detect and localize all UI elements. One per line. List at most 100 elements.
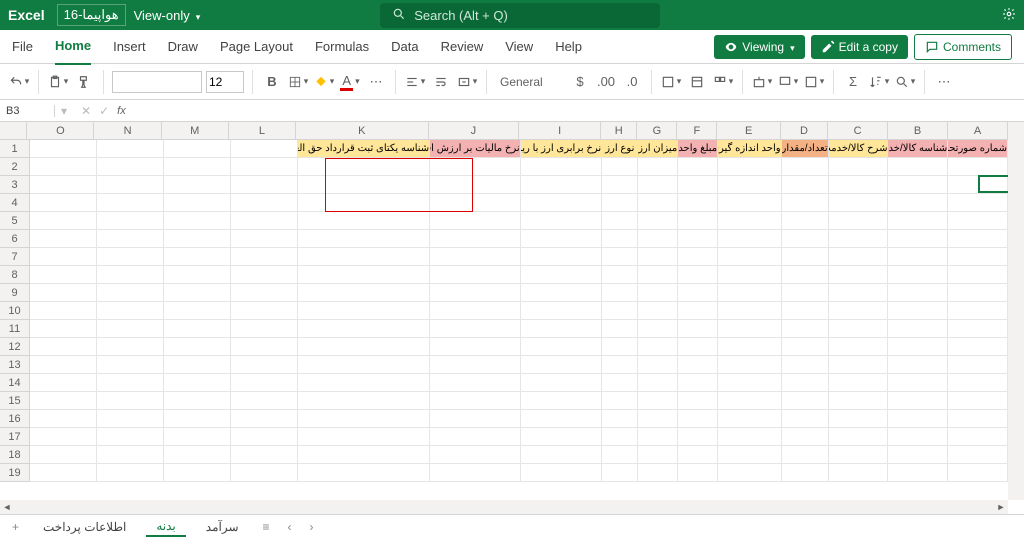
cell-G15[interactable] <box>638 392 678 410</box>
cell-B8[interactable] <box>888 266 948 284</box>
cell-I10[interactable] <box>521 302 602 320</box>
cell-L18[interactable] <box>231 446 298 464</box>
cell-A17[interactable] <box>948 428 1008 446</box>
cell-A12[interactable] <box>948 338 1008 356</box>
cell-D5[interactable] <box>782 212 829 230</box>
cell-H19[interactable] <box>602 464 638 482</box>
search-box[interactable]: Search (Alt + Q) <box>380 3 660 28</box>
cell-K11[interactable] <box>298 320 430 338</box>
cell-N10[interactable] <box>97 302 164 320</box>
cell-O2[interactable] <box>30 158 97 176</box>
cell-E16[interactable] <box>718 410 781 428</box>
cell-D10[interactable] <box>782 302 829 320</box>
cell-O3[interactable] <box>30 176 97 194</box>
cell-N1[interactable] <box>97 140 164 158</box>
cell-K19[interactable] <box>298 464 430 482</box>
cell-L10[interactable] <box>231 302 298 320</box>
cell-C14[interactable] <box>829 374 889 392</box>
cell-B14[interactable] <box>888 374 948 392</box>
cell-F13[interactable] <box>678 356 718 374</box>
sheet-nav-left-icon[interactable]: ‹ <box>306 520 318 534</box>
cell-J16[interactable] <box>430 410 521 428</box>
cell-F8[interactable] <box>678 266 718 284</box>
cell-L16[interactable] <box>231 410 298 428</box>
cell-O7[interactable] <box>30 248 97 266</box>
cell-O1[interactable] <box>30 140 97 158</box>
cell-B7[interactable] <box>888 248 948 266</box>
cell-F5[interactable] <box>678 212 718 230</box>
cell-M17[interactable] <box>164 428 231 446</box>
cell-I19[interactable] <box>521 464 602 482</box>
cell-O15[interactable] <box>30 392 97 410</box>
cell-G12[interactable] <box>638 338 678 356</box>
scroll-left-icon[interactable]: ◄ <box>0 502 14 512</box>
col-header-G[interactable]: G <box>637 122 677 139</box>
cell-I7[interactable] <box>521 248 602 266</box>
cell-G8[interactable] <box>638 266 678 284</box>
cell-I5[interactable] <box>521 212 602 230</box>
cell-I18[interactable] <box>521 446 602 464</box>
cell-K10[interactable] <box>298 302 430 320</box>
cell-D8[interactable] <box>782 266 829 284</box>
cell-L5[interactable] <box>231 212 298 230</box>
cell-I13[interactable] <box>521 356 602 374</box>
cell-C13[interactable] <box>829 356 889 374</box>
cell-C9[interactable] <box>829 284 889 302</box>
cell-E6[interactable] <box>718 230 781 248</box>
cell-D9[interactable] <box>782 284 829 302</box>
cell-K15[interactable] <box>298 392 430 410</box>
cell-D6[interactable] <box>782 230 829 248</box>
cell-O11[interactable] <box>30 320 97 338</box>
cell-N17[interactable] <box>97 428 164 446</box>
row-header-3[interactable]: 3 <box>0 176 29 194</box>
row-header-12[interactable]: 12 <box>0 338 29 356</box>
cell-L19[interactable] <box>231 464 298 482</box>
cell-L6[interactable] <box>231 230 298 248</box>
cell-E7[interactable] <box>718 248 781 266</box>
cell-J18[interactable] <box>430 446 521 464</box>
cell-O5[interactable] <box>30 212 97 230</box>
cell-G2[interactable] <box>638 158 678 176</box>
tab-review[interactable]: Review <box>441 30 484 64</box>
cell-E13[interactable] <box>718 356 781 374</box>
vertical-scrollbar[interactable] <box>1008 122 1024 500</box>
cell-F4[interactable] <box>678 194 718 212</box>
undo-button[interactable] <box>8 71 30 93</box>
cell-N8[interactable] <box>97 266 164 284</box>
add-sheet-icon[interactable]: + <box>8 520 23 534</box>
cell-H11[interactable] <box>602 320 638 338</box>
cell-B4[interactable] <box>888 194 948 212</box>
cell-B2[interactable] <box>888 158 948 176</box>
cell-G17[interactable] <box>638 428 678 446</box>
row-header-1[interactable]: 1 <box>0 140 29 158</box>
row-header-16[interactable]: 16 <box>0 410 29 428</box>
cell-K14[interactable] <box>298 374 430 392</box>
delete-cells-button[interactable] <box>777 71 799 93</box>
cell-N18[interactable] <box>97 446 164 464</box>
cell-O13[interactable] <box>30 356 97 374</box>
cell-E17[interactable] <box>718 428 781 446</box>
conditional-format-button[interactable] <box>660 71 682 93</box>
cell-H9[interactable] <box>602 284 638 302</box>
cell-E1[interactable]: واحد اندازه گیری <box>718 140 781 158</box>
cell-B6[interactable] <box>888 230 948 248</box>
cell-K1[interactable]: شناسه یکتای ثبت قرارداد حق العمل کاری <box>298 140 430 158</box>
wrap-text-button[interactable] <box>430 71 452 93</box>
cell-M9[interactable] <box>164 284 231 302</box>
fx-icon[interactable]: fx <box>117 105 126 117</box>
cell-G7[interactable] <box>638 248 678 266</box>
cell-K9[interactable] <box>298 284 430 302</box>
cell-N15[interactable] <box>97 392 164 410</box>
cell-A4[interactable] <box>948 194 1008 212</box>
cell-I6[interactable] <box>521 230 602 248</box>
formula-input[interactable] <box>134 105 1016 117</box>
cell-I17[interactable] <box>521 428 602 446</box>
cell-M8[interactable] <box>164 266 231 284</box>
cell-B10[interactable] <box>888 302 948 320</box>
cell-I1[interactable]: نرخ برابری ارز با ریال <box>521 140 602 158</box>
cell-M11[interactable] <box>164 320 231 338</box>
cell-H4[interactable] <box>602 194 638 212</box>
cell-H8[interactable] <box>602 266 638 284</box>
cell-B18[interactable] <box>888 446 948 464</box>
cell-J15[interactable] <box>430 392 521 410</box>
